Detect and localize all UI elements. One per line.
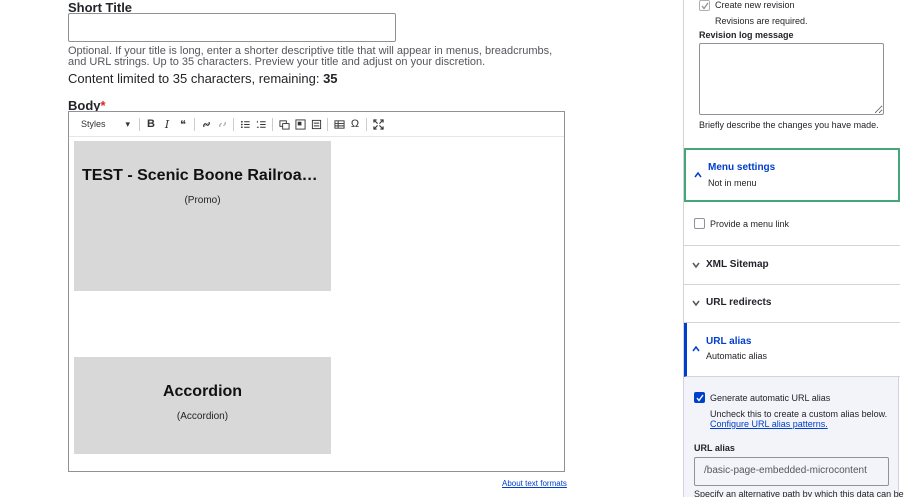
promo-embed[interactable]: TEST - Scenic Boone Railroad Trai... (Pr… — [74, 141, 331, 291]
chevron-down-icon — [692, 262, 700, 269]
generate-alias-help: Uncheck this to create a custom alias be… — [710, 409, 888, 419]
revision-section: Create new revision Revisions are requir… — [684, 0, 900, 148]
chevron-up-icon — [694, 171, 702, 178]
url-alias-header[interactable]: URL alias Automatic alias — [684, 323, 900, 377]
characters-remaining: 35 — [323, 71, 338, 86]
xml-sitemap-header[interactable]: XML Sitemap — [684, 246, 900, 285]
link-icon — [202, 121, 210, 127]
create-revision-checkbox[interactable] — [699, 0, 710, 11]
accordion-embed[interactable]: Accordion (Accordion) — [74, 357, 331, 454]
numbered-list-button[interactable] — [253, 116, 269, 132]
menu-settings-header[interactable]: Menu settings Not in menu — [684, 148, 900, 202]
revision-log-textarea[interactable] — [699, 43, 884, 115]
toolbar-separator — [233, 117, 234, 131]
embed-type: (Accordion) — [176, 411, 229, 422]
maximize-button[interactable] — [370, 116, 386, 132]
unlink-icon — [218, 121, 226, 127]
bold-button[interactable]: B — [143, 116, 159, 132]
url-alias-summary: Automatic alias — [706, 351, 768, 361]
embed-title: TEST - Scenic Boone Railroad Trai... — [82, 167, 331, 184]
url-redirects-title: URL redirects — [706, 297, 772, 308]
url-alias-input[interactable]: /basic-page-embedded-microcontent — [694, 457, 889, 486]
revision-log-help: Briefly describe the changes you have ma… — [699, 120, 879, 130]
configure-alias-patterns-link[interactable]: Configure URL alias patterns. — [710, 419, 828, 429]
body-editor[interactable]: Styles ▾ B I ❝ Ω TEST - Scenic Boone Rai… — [68, 111, 565, 472]
toolbar-separator — [272, 117, 273, 131]
table-button[interactable] — [331, 116, 347, 132]
sidebar: Create new revision Revisions are requir… — [683, 0, 904, 497]
chevron-down-icon — [692, 300, 700, 307]
embed-type: (Promo) — [184, 195, 221, 206]
provide-menu-link-label: Provide a menu link — [710, 219, 790, 229]
editor-toolbar: Styles ▾ B I ❝ Ω — [69, 112, 564, 137]
bulleted-list-icon — [240, 120, 250, 128]
about-text-formats-link[interactable]: About text formats — [502, 479, 567, 488]
toolbar-separator — [366, 117, 367, 131]
special-character-button[interactable]: Ω — [347, 116, 363, 132]
numbered-list-icon — [256, 120, 266, 128]
create-revision-label: Create new revision — [715, 0, 795, 10]
italic-button[interactable]: I — [159, 116, 175, 132]
menu-settings-summary: Not in menu — [708, 178, 757, 188]
xml-sitemap-title: XML Sitemap — [706, 259, 769, 270]
unlink-button[interactable] — [214, 116, 230, 132]
character-limit-text: Content limited to 35 characters, remain… — [68, 71, 338, 86]
url-redirects-header[interactable]: URL redirects — [684, 285, 900, 323]
embed-title: Accordion — [162, 383, 243, 400]
insert-media-button[interactable] — [276, 116, 292, 132]
table-icon — [333, 119, 345, 129]
styles-dropdown[interactable]: Styles ▾ — [78, 119, 130, 130]
omega-icon: Ω — [350, 118, 360, 130]
bulleted-list-button[interactable] — [237, 116, 253, 132]
italic-icon: I — [164, 117, 170, 131]
short-title-description: Optional. If your title is long, enter a… — [68, 45, 553, 68]
checkmark-icon — [696, 394, 704, 402]
generate-alias-checkbox[interactable] — [694, 392, 705, 403]
menu-settings-body: Provide a menu link — [684, 202, 900, 246]
provide-menu-link-checkbox[interactable] — [694, 218, 705, 229]
insert-embed-button[interactable] — [292, 116, 308, 132]
url-alias-title: URL alias — [706, 336, 752, 347]
revisions-required-note: Revisions are required. — [715, 16, 808, 26]
checkmark-icon — [701, 2, 709, 10]
short-title-input[interactable] — [68, 13, 396, 42]
toolbar-separator — [139, 117, 140, 131]
link-button[interactable] — [198, 116, 214, 132]
toolbar-separator — [327, 117, 328, 131]
generate-alias-label: Generate automatic URL alias — [710, 393, 831, 403]
blockquote-button[interactable]: ❝ — [175, 116, 191, 132]
menu-settings-title: Menu settings — [708, 162, 776, 173]
insert-block-button[interactable] — [308, 116, 324, 132]
quote-icon: ❝ — [180, 118, 186, 131]
bold-icon: B — [147, 118, 155, 130]
url-alias-field-help: Specify an alternative path by which thi… — [694, 489, 904, 497]
revision-log-label: Revision log message — [699, 30, 794, 40]
embed-icon — [294, 118, 306, 130]
styles-dropdown-label: Styles — [81, 118, 106, 129]
character-limit-label: Content limited to 35 characters, remain… — [68, 71, 324, 86]
chevron-up-icon — [692, 345, 700, 352]
maximize-icon — [372, 118, 384, 130]
toolbar-separator — [194, 117, 195, 131]
media-icon — [278, 119, 290, 130]
chevron-down-icon: ▾ — [125, 118, 130, 129]
block-icon — [311, 119, 321, 129]
url-alias-field-label: URL alias — [694, 443, 735, 453]
